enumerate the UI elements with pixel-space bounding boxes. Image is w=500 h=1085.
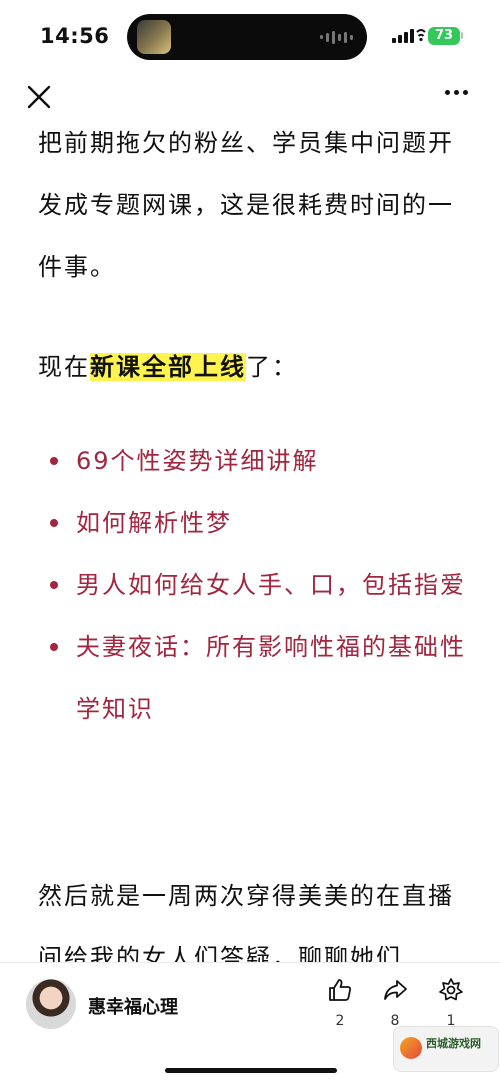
announcement-suffix: 了： (246, 353, 298, 381)
more-options-icon[interactable] (445, 90, 468, 95)
article-paragraph: 然后就是一周两次穿得美美的在直播间给我的女人们答疑，聊聊她们 (38, 882, 454, 962)
wifi-icon (416, 29, 426, 42)
announcement-prefix: 现在 (38, 353, 90, 381)
course-list-item: 夫妻夜话：所有影响性福的基础性学知识 (38, 616, 478, 740)
collect-button[interactable]: 1 (431, 977, 471, 1029)
course-list-item: 69个性姿势详细讲解 (38, 430, 478, 492)
cellular-signal-icon (392, 29, 414, 43)
status-bar: 14:56 73 (0, 0, 500, 76)
article-body: 把前期拖欠的粉丝、学员集中问题开发成专题网课，这是很耗费时间的一件事。 现在新课… (38, 112, 478, 962)
share-button[interactable]: 8 (375, 977, 415, 1029)
article-paragraph-announcement: 现在新课全部上线了： (38, 336, 298, 398)
status-time: 14:56 (40, 24, 110, 48)
close-icon[interactable] (24, 82, 54, 112)
battery-indicator: 73 (428, 27, 460, 45)
audio-waveform-icon (320, 30, 353, 44)
collect-icon (439, 978, 463, 1001)
highlighted-text: 新课全部上线 (90, 353, 246, 381)
share-arrow-icon (384, 980, 407, 1000)
battery-tip (461, 32, 463, 39)
now-playing-thumbnail (137, 20, 171, 54)
dynamic-island[interactable] (127, 14, 367, 60)
watermark: 西城游戏网 (393, 1026, 499, 1072)
article-paragraph: 把前期拖欠的粉丝、学员集中问题开发成专题网课，这是很耗费时间的一件事。 (38, 129, 454, 281)
thumbs-up-icon (329, 979, 351, 1001)
watermark-logo (400, 1037, 422, 1059)
watermark-text: 西城游戏网 (426, 1037, 481, 1050)
course-list-item: 男人如何给女人手、口，包括指爱 (38, 554, 478, 616)
author-name[interactable]: 惠幸福心理 (88, 993, 178, 1019)
like-count: 2 (335, 1013, 345, 1029)
like-button[interactable]: 2 (320, 977, 360, 1029)
author-avatar[interactable] (26, 979, 76, 1029)
home-indicator[interactable] (165, 1068, 337, 1073)
course-list: 69个性姿势详细讲解 如何解析性梦 男人如何给女人手、口，包括指爱 夫妻夜话：所… (38, 430, 478, 740)
course-list-item: 如何解析性梦 (38, 492, 478, 554)
